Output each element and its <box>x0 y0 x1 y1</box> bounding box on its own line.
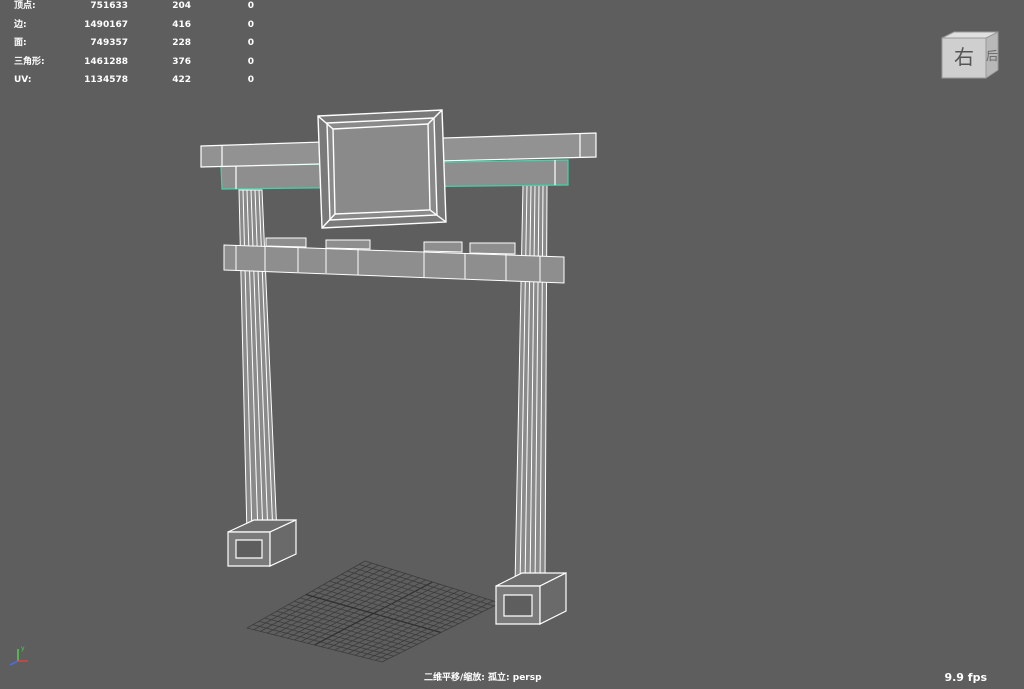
hud-row: UV: 1134578 422 0 <box>14 71 254 90</box>
hud-row-label: 面: <box>14 38 27 48</box>
view-cube[interactable]: 右 后 <box>940 30 1000 82</box>
hud-selected-count: 422 <box>172 75 191 85</box>
tie-beam[interactable] <box>223 237 565 284</box>
hud-total-count: 1134578 <box>84 75 128 85</box>
center-plaque[interactable] <box>317 109 447 229</box>
right-pillar[interactable] <box>514 184 548 586</box>
hud-row-label: 顶点: <box>14 1 36 11</box>
hud-row: 面: 749357 228 0 <box>14 34 254 53</box>
hud-component-count: 0 <box>247 75 254 85</box>
hud-row-label: 边: <box>14 19 27 30</box>
hud-component-count: 0 <box>247 1 254 11</box>
z-axis-line <box>9 660 19 666</box>
hud-selected-count: 204 <box>172 1 191 11</box>
camera-status-label: 二维平移/缩放: 孤立: persp <box>424 673 542 683</box>
right-pillar-base[interactable] <box>495 572 567 625</box>
viewcube-side-label[interactable]: 后 <box>986 49 998 63</box>
hud-total-count: 1461288 <box>84 56 128 67</box>
viewcube-face-label[interactable]: 右 <box>954 45 974 69</box>
fps-counter: 9.9 fps <box>944 671 987 684</box>
hud-selected-count: 228 <box>172 38 191 48</box>
axis-indicator: y <box>9 645 28 666</box>
hud-row: 三角形: 1461288 376 0 <box>14 53 254 72</box>
hud-total-count: 1490167 <box>84 19 128 30</box>
hud-row-label: UV: <box>14 75 32 85</box>
y-axis-label: y <box>21 645 25 652</box>
hud-total-count: 749357 <box>90 38 128 48</box>
hud-row: 边: 1490167 416 0 <box>14 16 254 35</box>
hud-row-label: 三角形: <box>14 56 45 67</box>
scene-canvas[interactable] <box>0 0 1024 689</box>
poly-count-hud: 顶点: 751633 204 0 边: 1490167 416 0 面: 749357 228 0 三角… <box>14 0 254 90</box>
hud-selected-count: 376 <box>172 56 191 67</box>
hud-component-count: 0 <box>247 38 254 48</box>
hud-total-count: 751633 <box>90 1 128 11</box>
hud-selected-count: 416 <box>172 19 191 30</box>
hud-component-count: 0 <box>247 19 254 30</box>
hud-row: 顶点: 751633 204 0 <box>14 0 254 16</box>
hud-component-count: 0 <box>247 56 254 67</box>
left-pillar-base[interactable] <box>227 519 297 567</box>
3d-viewport[interactable]: 顶点: 751633 204 0 边: 1490167 416 0 面: 749357 228 0 三角… <box>0 0 1024 689</box>
ground-grid <box>246 560 501 663</box>
